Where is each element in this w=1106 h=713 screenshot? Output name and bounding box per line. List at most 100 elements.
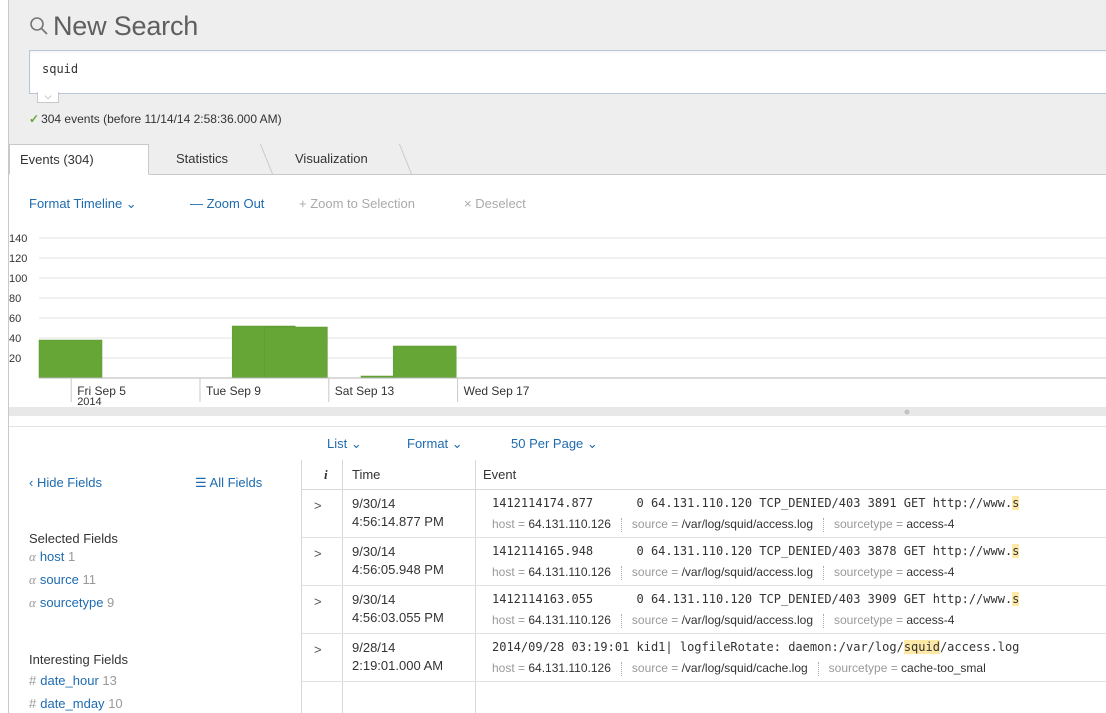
event-date: 9/28/14 (352, 640, 396, 655)
table-row[interactable]: > 9/30/14 4:56:14.877 PM 1412114174.877 … (302, 490, 1106, 538)
field-item[interactable]: α sourcetype 9 (29, 595, 114, 611)
zoom-out-button[interactable]: — Zoom Out (190, 196, 264, 211)
table-row[interactable]: > 9/30/14 4:56:03.055 PM 1412114163.055 … (302, 586, 1106, 634)
timeline-bar (38, 339, 103, 379)
zoom-to-selection-button[interactable]: + Zoom to Selection (299, 196, 415, 211)
y-tick-label: 60 (9, 313, 21, 325)
format-dropdown[interactable]: Format ⌄ (407, 436, 463, 452)
field-item[interactable]: # date_hour 13 (29, 673, 117, 688)
meta-sourcetype[interactable]: cache-too_smal (901, 661, 986, 675)
meta-source[interactable]: /var/log/squid/access.log (682, 565, 813, 579)
search-bar[interactable] (29, 50, 1106, 94)
list-dropdown[interactable]: List ⌄ (327, 436, 362, 452)
field-item[interactable]: α source 11 (29, 572, 96, 588)
field-count: 10 (108, 696, 123, 711)
all-fields-button[interactable]: ☰ All Fields (195, 475, 262, 491)
search-icon (30, 17, 48, 35)
event-date: 9/30/14 (352, 592, 396, 607)
search-header: New Search ⌵ ✓304 events (before 11/14/1… (9, 0, 1106, 140)
event-time: 4:56:03.055 PM (352, 610, 444, 625)
meta-host[interactable]: 64.131.110.126 (528, 517, 611, 531)
meta-divider (620, 661, 622, 676)
tab-events-label: Events (304) (20, 152, 94, 167)
meta-key: host = (492, 613, 529, 627)
tab-visualization[interactable]: Visualization (295, 144, 368, 174)
timeline-scrollbar (9, 407, 1106, 416)
event-meta: host = 64.131.110.126 source = /var/log/s… (492, 565, 954, 580)
meta-source[interactable]: /var/log/squid/access.log (682, 517, 813, 531)
meta-divider (817, 661, 819, 676)
raw-text-tail: /access.log (939, 640, 1020, 654)
numeric-type-icon: # (29, 673, 37, 688)
y-tick-label: 20 (9, 353, 21, 365)
search-highlight: s (1012, 592, 1020, 606)
meta-key: sourcetype = (834, 517, 907, 531)
event-raw: 1412114165.948 0 64.131.110.120 TCP_DENI… (492, 544, 1020, 558)
field-count: 11 (82, 572, 96, 587)
expand-search-button[interactable]: ⌵ (37, 92, 59, 103)
table-row[interactable]: > 9/30/14 4:56:05.948 PM 1412114165.948 … (302, 538, 1106, 586)
meta-sourcetype[interactable]: access-4 (906, 613, 954, 627)
scrollbar-handle (904, 409, 910, 415)
raw-text: 1412114163.055 0 64.131.110.120 TCP_DENI… (492, 592, 1013, 606)
field-name: host (39, 549, 65, 564)
meta-key: source = (631, 661, 682, 675)
meta-source[interactable]: /var/log/squid/access.log (682, 613, 813, 627)
meta-host[interactable]: 64.131.110.126 (528, 613, 611, 627)
expand-row-icon[interactable]: > (314, 546, 322, 561)
meta-sourcetype[interactable]: access-4 (906, 565, 954, 579)
meta-divider (620, 613, 622, 628)
event-raw: 1412114174.877 0 64.131.110.120 TCP_DENI… (492, 496, 1020, 510)
field-item[interactable]: α host 1 (29, 549, 75, 565)
meta-host[interactable]: 64.131.110.126 (528, 565, 611, 579)
search-highlight: squid (903, 640, 940, 654)
meta-sourcetype[interactable]: access-4 (906, 517, 954, 531)
tab-divider (259, 144, 273, 174)
event-time: 4:56:14.877 PM (352, 514, 444, 529)
field-name: date_mday (40, 696, 105, 711)
info-column-header: i (324, 467, 328, 482)
meta-host[interactable]: 64.131.110.126 (528, 661, 611, 675)
tab-statistics[interactable]: Statistics (176, 144, 228, 174)
expand-row-icon[interactable]: > (314, 594, 322, 609)
expand-row-icon[interactable]: > (314, 642, 322, 657)
search-highlight: s (1012, 496, 1020, 510)
timeline-bar (392, 345, 457, 379)
x-tick-sublabel: 2014 (77, 396, 101, 408)
meta-key: host = (492, 517, 529, 531)
deselect-button[interactable]: × Deselect (464, 196, 526, 211)
event-column-header: Event (483, 467, 517, 482)
per-page-dropdown[interactable]: 50 Per Page ⌄ (511, 436, 598, 452)
results-tabs: Events (304) Statistics Visualization (9, 140, 1106, 175)
meta-key: host = (492, 565, 529, 579)
field-item[interactable]: # date_mday 10 (29, 696, 123, 711)
event-meta: host = 64.131.110.126 source = /var/log/s… (492, 613, 954, 628)
expand-row-icon[interactable]: > (314, 498, 322, 513)
tab-divider (398, 144, 412, 174)
meta-key: source = (631, 565, 682, 579)
event-meta: host = 64.131.110.126 source = /var/log/s… (492, 661, 986, 676)
field-name: sourcetype (39, 595, 104, 610)
time-column-header[interactable]: Time (352, 467, 380, 482)
x-tick-label: Tue Sep 9 (206, 384, 261, 398)
page-title-text: New Search (53, 10, 199, 41)
meta-divider (823, 565, 824, 580)
raw-text: 1412114165.948 0 64.131.110.120 TCP_DENI… (492, 544, 1013, 558)
field-name: source (39, 572, 79, 587)
tab-events[interactable]: Events (304) (9, 144, 149, 175)
meta-source[interactable]: /var/log/squid/cache.log (682, 661, 808, 675)
y-tick-label: 140 (9, 233, 27, 245)
raw-text: 1412114174.877 0 64.131.110.120 TCP_DENI… (492, 496, 1013, 510)
timeline-chart[interactable]: 140 120 100 80 60 40 20 Fri Sep 5 2014 Tue Sep 9S… (9, 226, 1106, 426)
field-count: 13 (102, 673, 117, 688)
meta-divider (823, 517, 824, 532)
string-type-icon: α (29, 572, 36, 587)
event-raw: 2014/09/28 03:19:01 kid1| logfileRotate:… (492, 640, 1019, 654)
format-timeline-button[interactable]: Format Timeline ⌄ (29, 196, 137, 212)
search-input[interactable] (40, 61, 944, 77)
hide-fields-button[interactable]: ‹ Hide Fields (29, 475, 102, 490)
event-date: 9/30/14 (352, 544, 396, 559)
table-row[interactable]: > 9/28/14 2:19:01.000 AM 2014/09/28 03:1… (302, 634, 1106, 682)
tab-visualization-label: Visualization (295, 151, 368, 166)
page-title: New Search (29, 8, 198, 44)
